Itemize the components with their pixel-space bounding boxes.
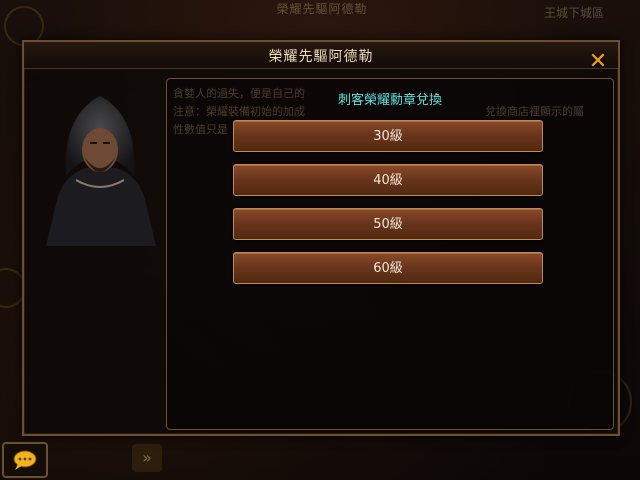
background-area-name: 王城下城區: [543, 6, 604, 20]
exchange-title: 刺客榮耀勳章兌換: [337, 93, 442, 108]
chat-bubble-icon: [13, 450, 37, 470]
npc-dialog: 榮耀先驅阿德勒 ✕ 貪婪人的過失，便是自己的 注意：榮耀裝備初始的加成 兌換商店…: [22, 40, 620, 436]
chat-button[interactable]: [2, 442, 48, 478]
level-50-button[interactable]: 50級: [233, 208, 543, 240]
close-button[interactable]: ✕: [586, 50, 610, 74]
npc-portrait: [46, 96, 156, 246]
npc-dialogue-line-3: 性數值只是: [173, 123, 228, 136]
dialog-title: 榮耀先驅阿德勒: [268, 49, 374, 65]
level-60-button[interactable]: 60級: [233, 252, 543, 284]
level-40-button[interactable]: 40級: [233, 164, 543, 196]
dialog-header: 榮耀先驅阿德勒: [24, 42, 618, 69]
level-30-button[interactable]: 30級: [233, 120, 543, 152]
exchange-panel: 貪婪人的過失，便是自己的 注意：榮耀裝備初始的加成 兌換商店裡顯示的屬 性數值只…: [166, 78, 614, 430]
background-location-title: 榮耀先驅阿德勒: [276, 2, 368, 16]
fast-forward-icon[interactable]: »: [132, 444, 162, 472]
